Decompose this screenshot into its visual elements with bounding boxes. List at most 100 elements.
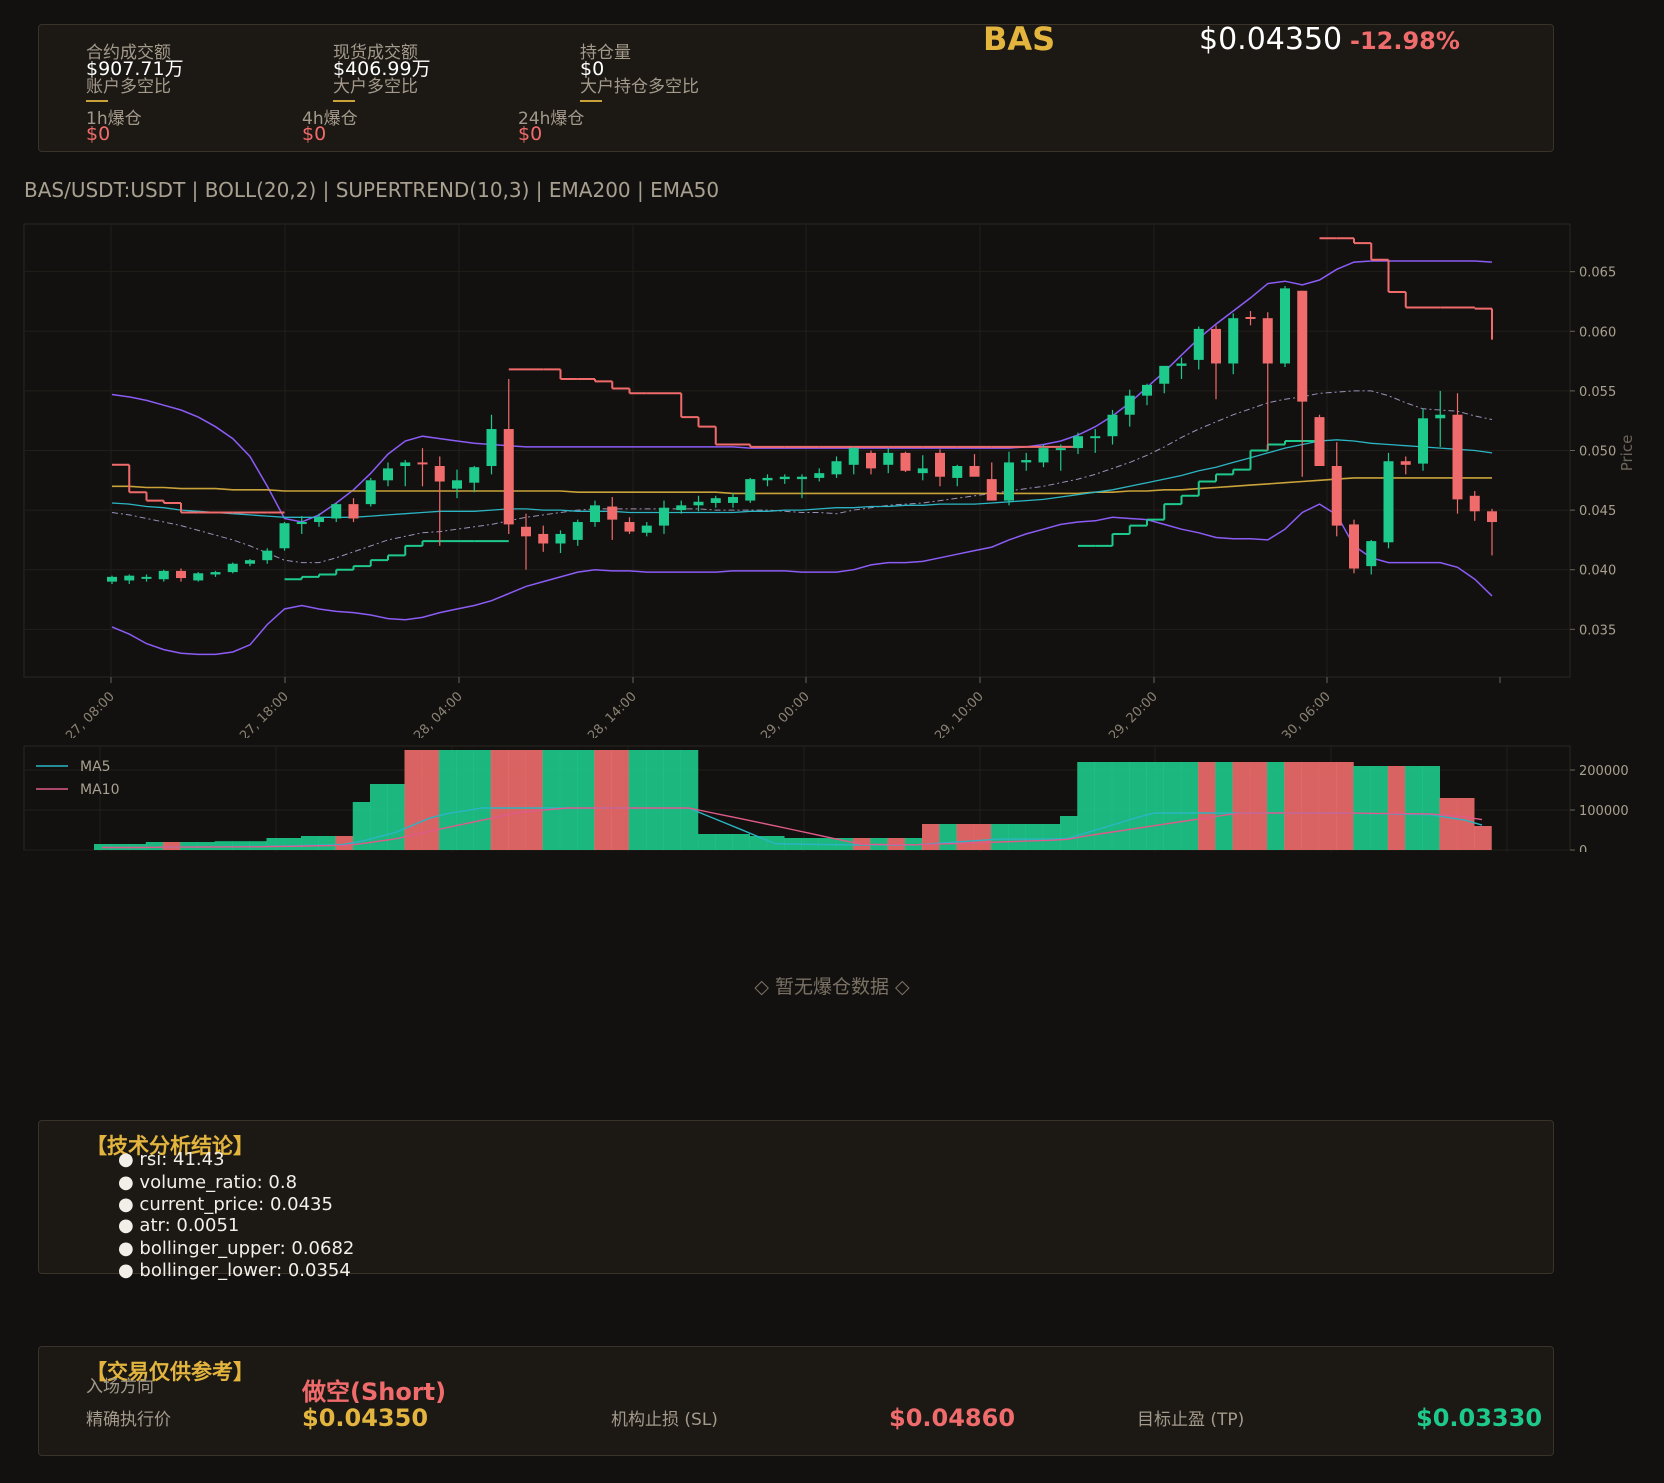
analysis-item-rsi: ● rsi: 41.43 [118, 1149, 225, 1170]
candle-body [1349, 524, 1359, 569]
liq-4h-value: $0 [302, 123, 327, 145]
open-interest-value: $0 [580, 58, 605, 80]
volume-y-tick-label: 100000 [1579, 804, 1629, 819]
candle-body [969, 465, 980, 477]
volume-bar [646, 750, 664, 850]
volume-bar [180, 842, 198, 850]
volume-bar [1129, 762, 1147, 850]
volume-y-tick-label: 200000 [1579, 764, 1629, 779]
volume-chart[interactable]: 0 100000 200000 MA5 MA10 [0, 740, 1664, 852]
volume-bar [508, 750, 526, 850]
candle-body [1314, 417, 1325, 466]
volume-bar [715, 834, 733, 850]
volume-bar [163, 842, 181, 850]
candle-body [590, 505, 600, 523]
candle-body [538, 533, 549, 544]
candle-body [1090, 436, 1101, 439]
volume-bar [1198, 762, 1216, 850]
candle-body [1159, 365, 1170, 384]
top-trader-ls-underline [333, 100, 355, 102]
candlestick-chart[interactable]: 0.035 0.040 0.045 0.050 0.055 0.060 0.065 Price… [0, 218, 1664, 738]
volume-bar [1284, 762, 1302, 850]
candle-body [641, 525, 652, 533]
x-tick-label: Jun 28, 04:00 [393, 689, 466, 738]
candle-body [986, 479, 997, 501]
candle-body [1038, 448, 1049, 463]
volume-bar [577, 750, 595, 850]
candle-body [348, 504, 359, 519]
volume-bar [628, 750, 647, 850]
volume-bar [1146, 762, 1164, 850]
candle-body [676, 505, 687, 511]
volume-bar [1060, 816, 1078, 850]
direction-value: 做空(Short) [302, 1378, 447, 1406]
analysis-item-bollinger-upper: ● bollinger_upper: 0.0682 [118, 1238, 355, 1259]
volume-bar [922, 824, 940, 850]
candle-body [486, 429, 497, 466]
candle-body [279, 523, 290, 549]
volume-bar [1163, 762, 1182, 850]
x-tick-label: Jun 29, 10:00 [914, 689, 987, 738]
volume-bar [266, 838, 285, 850]
candle-body [503, 429, 514, 525]
volume-bar [1042, 824, 1061, 850]
volume-bar [1405, 766, 1423, 850]
legend-ma10-label: MA10 [80, 782, 119, 798]
candle-body [1280, 288, 1290, 364]
stop-loss-value: $0.04860 [889, 1404, 1016, 1432]
candle-body [1176, 363, 1187, 366]
volume-bar [145, 842, 164, 850]
volume-bar [956, 824, 975, 850]
candle-body [245, 560, 255, 564]
symbol-name: BAS [983, 20, 1056, 58]
volume-bar [1215, 762, 1233, 850]
volume-bar [611, 750, 630, 850]
candle-body [1435, 414, 1446, 419]
volume-bar [594, 750, 612, 850]
candle-body [952, 465, 963, 478]
volume-bar [1353, 766, 1371, 850]
volume-bar [542, 750, 561, 850]
candle-body [814, 473, 825, 478]
candle-body [935, 452, 945, 477]
volume-bar [1180, 762, 1199, 850]
candle-body [383, 468, 393, 481]
candle-body [866, 452, 876, 469]
volume-bar [318, 836, 336, 850]
volume-y-tick-label: 0 [1579, 844, 1587, 852]
candle-body [521, 526, 531, 537]
candle-body [296, 522, 307, 525]
volume-bar [991, 824, 1009, 850]
candle-body [1469, 495, 1480, 512]
x-tick-label: Jun 27, 18:00 [219, 689, 292, 738]
spot-volume-value: $406.99万 [333, 58, 431, 80]
candle-body [1400, 461, 1411, 465]
candle-body [107, 576, 117, 582]
candle-body [210, 572, 221, 575]
volume-bar [1422, 766, 1440, 850]
candle-body [659, 507, 669, 526]
candle-body [555, 533, 566, 544]
account-ls-underline [86, 100, 108, 102]
volume-bar [1318, 762, 1337, 850]
analysis-item-bollinger-lower: ● bollinger_lower: 0.0354 [118, 1260, 351, 1281]
candle-body [607, 506, 618, 520]
y-tick-label: 0.045 [1579, 504, 1616, 519]
y-tick-label: 0.035 [1579, 623, 1616, 638]
candle-body [797, 476, 807, 480]
volume-bar [1111, 762, 1130, 850]
volume-bar [1008, 824, 1026, 850]
candle-body [452, 480, 462, 489]
volume-bar [1025, 824, 1044, 850]
entry-value: $0.04350 [302, 1404, 429, 1432]
candle-body [176, 570, 186, 579]
volume-bar [439, 750, 457, 850]
candle-body [624, 522, 635, 532]
analysis-item-atr: ● atr: 0.0051 [118, 1215, 240, 1236]
candle-body [917, 468, 928, 474]
volume-bar [283, 838, 302, 850]
y-tick-label: 0.065 [1579, 266, 1616, 281]
top-position-ls-label: 大户持仓多空比 [580, 77, 699, 97]
candle-body [572, 522, 583, 540]
volume-bar [197, 842, 216, 850]
